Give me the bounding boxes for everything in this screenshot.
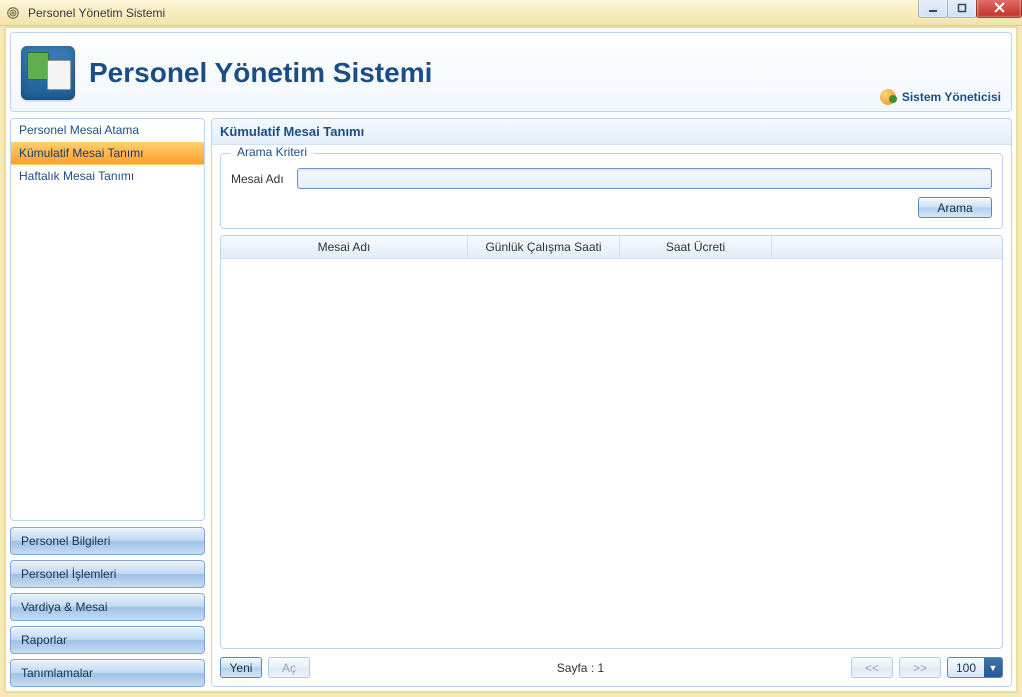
app-logo-icon <box>21 46 75 100</box>
grid-header: Mesai Adı Günlük Çalışma Saati Saat Ücre… <box>221 236 1002 259</box>
new-button[interactable]: Yeni <box>220 657 262 678</box>
minimize-button[interactable] <box>918 0 948 18</box>
banner: Personel Yönetim Sistemi Sistem Yönetici… <box>10 32 1012 112</box>
app-icon <box>6 6 20 20</box>
search-legend: Arama Kriteri <box>231 145 313 159</box>
app-title: Personel Yönetim Sistemi <box>89 57 432 89</box>
open-button: Aç <box>268 657 310 678</box>
chevron-down-icon: ▼ <box>984 658 1002 677</box>
app-frame: Personel Yönetim Sistemi Sistem Yönetici… <box>4 26 1018 693</box>
maximize-button[interactable] <box>947 0 977 18</box>
category-personel-bilgileri[interactable]: Personel Bilgileri <box>10 527 205 555</box>
search-button[interactable]: Arama <box>918 197 992 218</box>
search-input[interactable] <box>297 168 992 189</box>
current-user-label: Sistem Yöneticisi <box>902 90 1001 104</box>
sidebar-categories: Personel Bilgileri Personel İşlemleri Va… <box>10 527 205 687</box>
search-criteria-box: Arama Kriteri Mesai Adı Arama <box>220 153 1003 229</box>
search-field-label: Mesai Adı <box>231 172 289 186</box>
category-raporlar[interactable]: Raporlar <box>10 626 205 654</box>
results-grid: Mesai Adı Günlük Çalışma Saati Saat Ücre… <box>220 235 1003 649</box>
next-page-button: >> <box>899 657 941 678</box>
sidebar-item-haftalik-mesai[interactable]: Haftalık Mesai Tanımı <box>11 165 204 188</box>
category-vardiya-mesai[interactable]: Vardiya & Mesai <box>10 593 205 621</box>
window-title: Personel Yönetim Sistemi <box>28 6 165 20</box>
sidebar-item-mesai-atama[interactable]: Personel Mesai Atama <box>11 119 204 142</box>
page-title: Kümulatif Mesai Tanımı <box>212 119 1011 145</box>
grid-col-saat-ucreti[interactable]: Saat Ücreti <box>620 236 772 258</box>
grid-col-spacer <box>772 236 1002 258</box>
page-size-select[interactable]: 100 ▼ <box>947 657 1003 678</box>
page-size-value: 100 <box>948 661 984 675</box>
window-titlebar: Personel Yönetim Sistemi <box>0 0 1022 26</box>
sidebar-item-kumulatif-mesai[interactable]: Kümulatif Mesai Tanımı <box>11 142 204 165</box>
close-button[interactable] <box>976 0 1022 18</box>
current-user[interactable]: Sistem Yöneticisi <box>880 89 1001 105</box>
category-tanimlamalar[interactable]: Tanımlamalar <box>10 659 205 687</box>
grid-body[interactable] <box>221 259 1002 648</box>
main-panel: Kümulatif Mesai Tanımı Arama Kriteri Mes… <box>211 118 1012 687</box>
sidebar: Personel Mesai Atama Kümulatif Mesai Tan… <box>10 118 205 687</box>
grid-footer: Yeni Aç Sayfa : 1 << >> 100 ▼ <box>220 655 1003 678</box>
grid-col-mesai-adi[interactable]: Mesai Adı <box>221 236 468 258</box>
category-personel-islemleri[interactable]: Personel İşlemleri <box>10 560 205 588</box>
sidebar-list: Personel Mesai Atama Kümulatif Mesai Tan… <box>10 118 205 521</box>
window-controls <box>919 0 1022 18</box>
user-icon <box>880 89 896 105</box>
page-indicator: Sayfa : 1 <box>557 661 604 675</box>
prev-page-button: << <box>851 657 893 678</box>
grid-col-gunluk-saat[interactable]: Günlük Çalışma Saati <box>468 236 620 258</box>
